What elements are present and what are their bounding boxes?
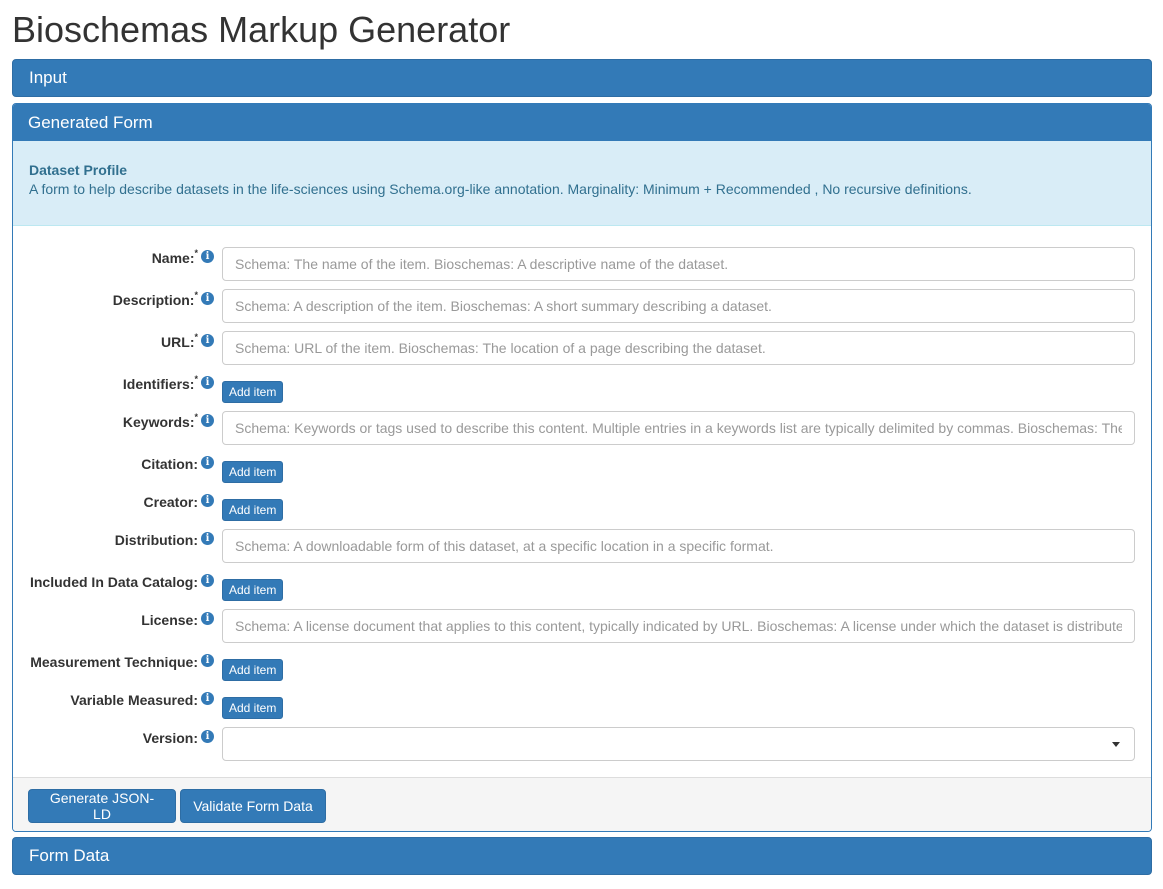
generated-form-panel: Generated Form Dataset Profile A form to…	[12, 103, 1152, 832]
version-select[interactable]	[222, 727, 1135, 761]
name-label-text: Name:	[151, 250, 195, 266]
info-icon[interactable]: i	[201, 730, 214, 743]
required-marker: *	[194, 248, 198, 258]
variable-measured-add-item-button[interactable]: Add item	[222, 697, 284, 719]
license-label: License:	[13, 612, 198, 628]
info-icon[interactable]: i	[201, 494, 214, 507]
info-icon[interactable]: i	[201, 692, 214, 705]
url-label-text: URL:	[161, 334, 195, 350]
info-icon[interactable]: i	[201, 456, 214, 469]
required-marker: *	[194, 412, 198, 422]
description-input[interactable]	[222, 289, 1135, 323]
citation-label-text: Citation:	[141, 456, 198, 472]
info-icon[interactable]: i	[201, 334, 214, 347]
measurement-technique-label-text: Measurement Technique:	[30, 654, 198, 670]
citation-add-item-button[interactable]: Add item	[222, 461, 284, 483]
creator-label-text: Creator:	[143, 494, 198, 510]
variable-measured-label-text: Variable Measured:	[70, 692, 198, 708]
description-label: Description:*	[13, 290, 198, 308]
required-marker: *	[194, 374, 198, 384]
keywords-label: Keywords:*	[13, 412, 198, 430]
description-label-text: Description:	[112, 292, 195, 308]
info-icon[interactable]: i	[201, 292, 214, 305]
identifiers-add-item-button[interactable]: Add item	[222, 381, 284, 403]
name-input[interactable]	[222, 247, 1135, 281]
required-marker: *	[194, 332, 198, 342]
keywords-label-text: Keywords:	[122, 414, 195, 430]
version-label: Version:	[13, 730, 198, 746]
info-icon[interactable]: i	[201, 654, 214, 667]
creator-label: Creator:	[13, 494, 198, 510]
included-in-data-catalog-label: Included In Data Catalog:	[13, 574, 198, 590]
info-icon[interactable]: i	[201, 612, 214, 625]
version-label-text: Version:	[142, 730, 198, 746]
url-input[interactable]	[222, 331, 1135, 365]
profile-info-box: Dataset Profile A form to help describe …	[13, 141, 1151, 226]
name-label: Name:*	[13, 248, 198, 266]
info-icon[interactable]: i	[201, 532, 214, 545]
info-icon[interactable]: i	[201, 250, 214, 263]
included-in-data-catalog-label-text: Included In Data Catalog:	[29, 574, 198, 590]
profile-description: A form to help describe datasets in the …	[29, 181, 972, 197]
distribution-label-text: Distribution:	[114, 532, 198, 548]
citation-label: Citation:	[13, 456, 198, 472]
variable-measured-label: Variable Measured:	[13, 692, 198, 708]
distribution-label: Distribution:	[13, 532, 198, 548]
identifiers-label: Identifiers:*	[13, 374, 198, 392]
measurement-technique-add-item-button[interactable]: Add item	[222, 659, 284, 681]
url-label: URL:*	[13, 332, 198, 350]
form-footer: Generate JSON-LD Validate Form Data	[13, 777, 1151, 831]
validate-form-data-button[interactable]: Validate Form Data	[180, 789, 326, 823]
license-label-text: License:	[141, 612, 198, 628]
included-in-data-catalog-add-item-button[interactable]: Add item	[222, 579, 284, 601]
page-title: Bioschemas Markup Generator	[12, 9, 511, 50]
profile-title: Dataset Profile	[29, 162, 128, 178]
license-input[interactable]	[222, 609, 1135, 643]
info-icon[interactable]: i	[201, 574, 214, 587]
info-icon[interactable]: i	[201, 414, 214, 427]
creator-add-item-button[interactable]: Add item	[222, 499, 284, 521]
generate-json-ld-button[interactable]: Generate JSON-LD	[28, 789, 176, 823]
identifiers-label-text: Identifiers:	[122, 376, 195, 392]
keywords-input[interactable]	[222, 411, 1135, 445]
info-icon[interactable]: i	[201, 376, 214, 389]
caret-down-icon	[1112, 742, 1120, 747]
required-marker: *	[194, 290, 198, 300]
form-data-panel-heading[interactable]: Form Data	[12, 837, 1152, 875]
generated-form-panel-heading[interactable]: Generated Form	[13, 104, 1151, 141]
measurement-technique-label: Measurement Technique:	[13, 654, 198, 670]
distribution-input[interactable]	[222, 529, 1135, 563]
input-panel-heading[interactable]: Input	[12, 59, 1152, 97]
